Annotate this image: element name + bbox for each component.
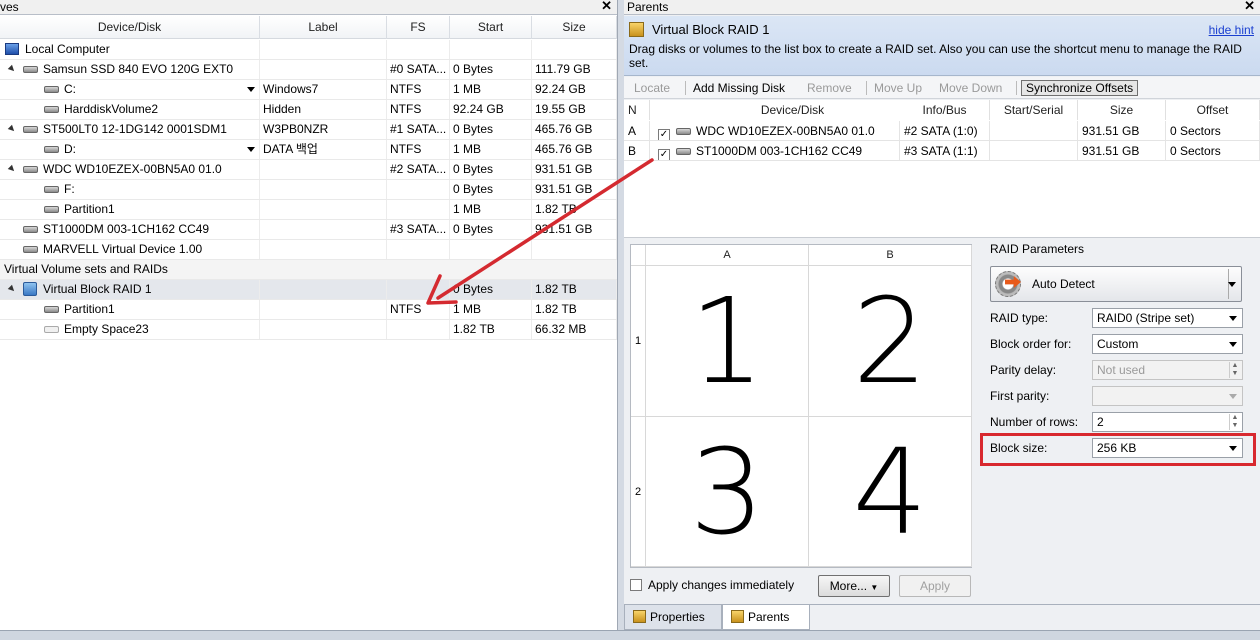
arrow-line <box>436 158 654 300</box>
annotation-arrow <box>426 158 654 305</box>
